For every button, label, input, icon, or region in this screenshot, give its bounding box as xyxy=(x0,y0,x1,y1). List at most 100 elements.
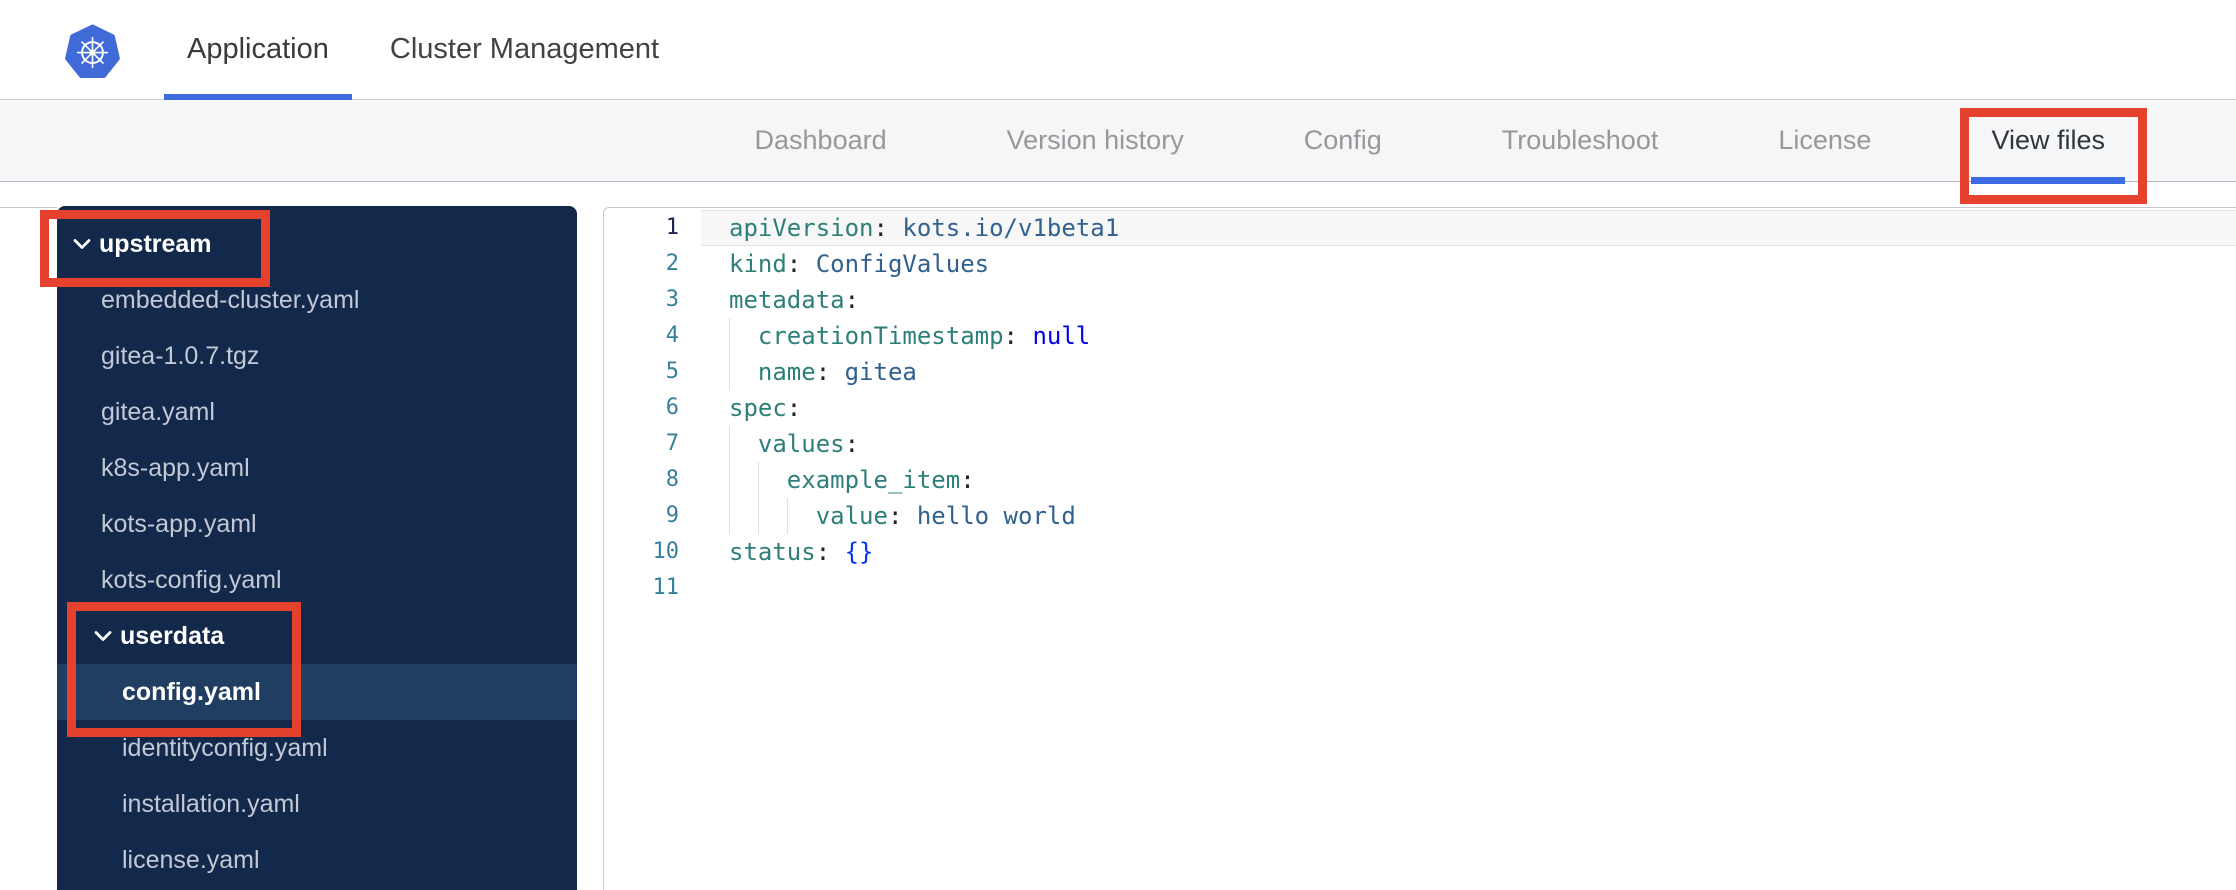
code-token: : xyxy=(844,430,860,458)
code-line-2[interactable]: 2 kind: ConfigValues xyxy=(604,246,2236,282)
tree-file-k8s-app-yaml[interactable]: k8s-app.yaml xyxy=(57,440,577,496)
tree-file-license-yaml[interactable]: license.yaml xyxy=(57,832,577,888)
tree-folder-upstream[interactable]: upstream xyxy=(57,216,577,272)
code-token: metadata xyxy=(729,286,845,314)
header-tab-cluster-management-label: Cluster Management xyxy=(389,33,660,65)
code-token: value xyxy=(815,502,888,530)
code-token: creationTimestamp xyxy=(757,322,1004,350)
code-line-10[interactable]: 10 status: {} xyxy=(604,534,2236,570)
tree-file-gitea-1-0-7-tgz[interactable]: gitea-1.0.7.tgz xyxy=(57,328,577,384)
tree-file-gitea-yaml[interactable]: gitea.yaml xyxy=(57,384,577,440)
tree-item-label: k8s-app.yaml xyxy=(101,453,250,482)
tree-file-embedded-cluster-yaml[interactable]: embedded-cluster.yaml xyxy=(57,272,577,328)
subnav-tab-label: Troubleshoot xyxy=(1501,125,1659,155)
code-token: : xyxy=(844,286,860,314)
indent-guide xyxy=(757,462,759,498)
active-subnav-underline xyxy=(1971,177,2125,184)
code-token: kots.io/v1beta1 xyxy=(902,214,1120,242)
code-token: hello world xyxy=(916,502,1076,530)
code-line-8[interactable]: 8 example_item: xyxy=(604,462,2236,498)
code-line-1[interactable]: 1 apiVersion: kots.io/v1beta1 xyxy=(604,210,2236,246)
subnav-tab-version-history[interactable]: Version history xyxy=(1007,100,1184,181)
subnav: Dashboard Version history Config Troublesho… xyxy=(0,100,2236,204)
code-token: gitea xyxy=(844,358,917,386)
header-tab-application[interactable]: Application xyxy=(164,0,352,100)
subnav-tab-view-files[interactable]: View files xyxy=(1960,100,2147,204)
content-top-border xyxy=(0,207,57,208)
file-tree-sidebar: upstream embedded-cluster.yaml gitea-1.0.7… xyxy=(40,206,577,890)
code-token: : xyxy=(815,358,831,386)
line-number: 5 xyxy=(665,359,679,384)
code-token: : xyxy=(1003,322,1018,350)
code-line-11[interactable]: 11 xyxy=(604,570,2236,606)
indent-guide xyxy=(786,498,788,534)
tree-item-label: kots-config.yaml xyxy=(101,565,282,594)
line-number: 11 xyxy=(652,575,680,600)
indent-guide xyxy=(729,462,730,498)
tree-item-label: kots-app.yaml xyxy=(101,509,257,538)
subnav-tab-troubleshoot[interactable]: Troubleshoot xyxy=(1502,100,1659,181)
indent-guide xyxy=(757,498,759,534)
chevron-down-icon xyxy=(94,631,112,641)
code-token: spec xyxy=(729,394,787,422)
code-token: : xyxy=(873,214,888,242)
code-text: status: {} xyxy=(701,534,2236,570)
line-number: 6 xyxy=(665,395,679,420)
code-token: : xyxy=(960,466,975,494)
tree-file-config-yaml[interactable]: config.yaml xyxy=(57,664,577,720)
code-token: apiVersion xyxy=(729,214,874,242)
line-number: 10 xyxy=(652,539,680,564)
tree-folder-userdata[interactable]: userdata xyxy=(57,608,577,664)
line-number: 1 xyxy=(665,215,679,240)
code-editor-panel[interactable]: 1 apiVersion: kots.io/v1beta1 2 kind: Confi… xyxy=(603,207,2236,890)
tree-file-installation-yaml[interactable]: installation.yaml xyxy=(57,776,577,832)
subnav-tab-config[interactable]: Config xyxy=(1304,100,1382,181)
tree-file-identityconfig-yaml[interactable]: identityconfig.yaml xyxy=(57,720,577,776)
line-number: 9 xyxy=(665,503,679,528)
subnav-tab-label: Config xyxy=(1303,125,1382,155)
line-number: 4 xyxy=(665,323,679,348)
code-text: spec: xyxy=(701,390,2236,426)
code-token: kind xyxy=(729,250,787,278)
indent-guide xyxy=(729,354,730,390)
tree-item-label: gitea.yaml xyxy=(101,397,215,426)
code-token: {} xyxy=(844,538,874,566)
line-number: 7 xyxy=(665,431,679,456)
subnav-tab-license[interactable]: License xyxy=(1778,100,1871,181)
code-line-5[interactable]: 5 name: gitea xyxy=(604,354,2236,390)
tree-item-label: identityconfig.yaml xyxy=(122,733,328,762)
code-token: : xyxy=(887,502,903,530)
header-tab-cluster-management[interactable]: Cluster Management xyxy=(390,0,659,99)
code-token: : xyxy=(815,538,831,566)
code-line-4[interactable]: 4 creationTimestamp: null xyxy=(604,318,2236,354)
code-text: creationTimestamp: null xyxy=(701,318,2236,354)
code-token: : xyxy=(786,394,802,422)
code-line-7[interactable]: 7 values: xyxy=(604,426,2236,462)
indent-guide xyxy=(729,318,730,354)
code-line-9[interactable]: 9 value: hello world xyxy=(604,498,2236,534)
tree-item-label: license.yaml xyxy=(122,845,260,874)
indent-guide xyxy=(729,498,730,534)
indent-guide xyxy=(729,426,730,462)
code-line-6[interactable]: 6 spec: xyxy=(604,390,2236,426)
code-line-3[interactable]: 3 metadata: xyxy=(604,282,2236,318)
subnav-tab-dashboard[interactable]: Dashboard xyxy=(755,100,887,181)
tree-file-kots-app-yaml[interactable]: kots-app.yaml xyxy=(57,496,577,552)
tree-file-kots-config-yaml[interactable]: kots-config.yaml xyxy=(57,552,577,608)
subnav-tab-label: View files xyxy=(1991,125,2105,155)
tree-item-label: userdata xyxy=(120,621,225,650)
line-number: 8 xyxy=(665,467,679,492)
line-number: 2 xyxy=(665,251,679,276)
code-text: apiVersion: kots.io/v1beta1 xyxy=(701,210,2236,246)
code-text: kind: ConfigValues xyxy=(701,246,2236,282)
chevron-down-icon xyxy=(73,239,91,249)
kubernetes-logo-icon xyxy=(65,24,120,79)
